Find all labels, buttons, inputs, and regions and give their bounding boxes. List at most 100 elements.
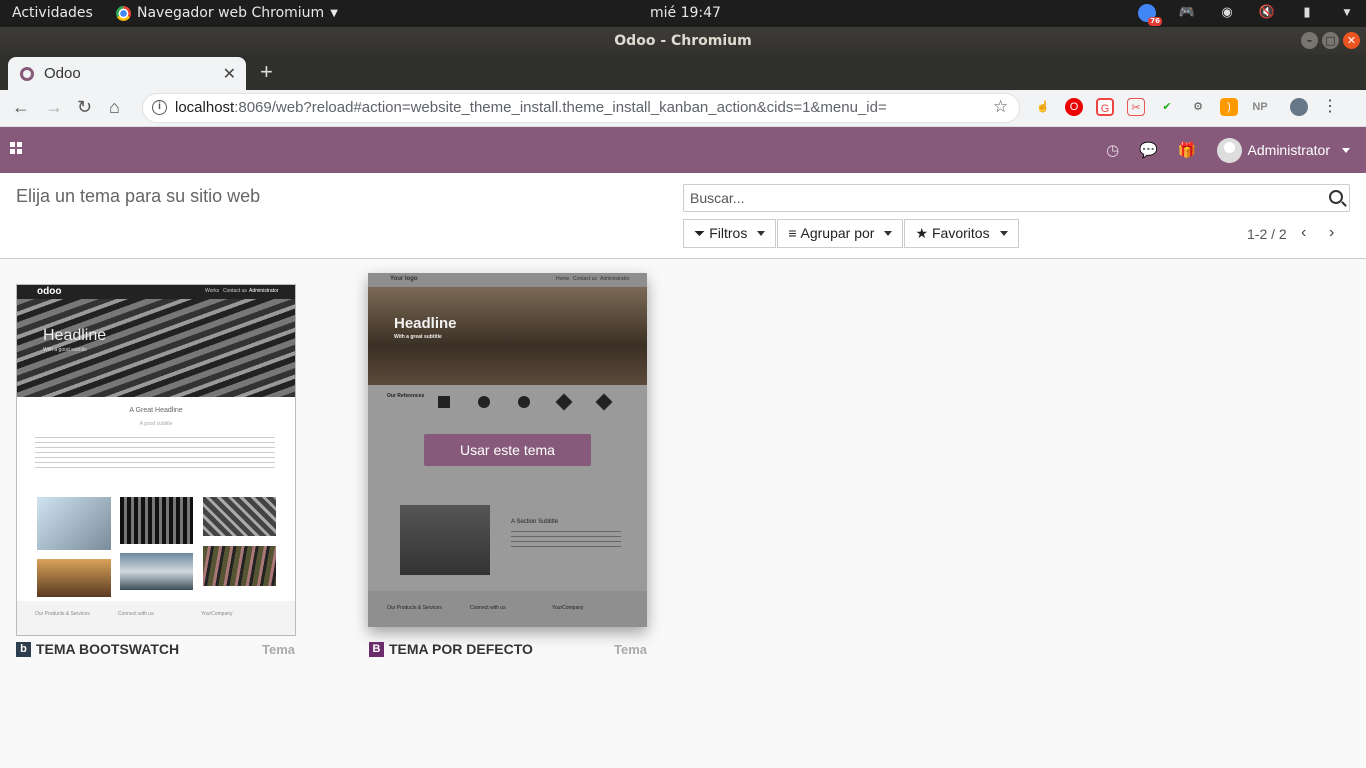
preview-section-title: A Section Subtitle xyxy=(511,519,559,525)
battery-icon[interactable]: ▮ xyxy=(1298,4,1316,22)
extension-green-icon[interactable]: ✔ xyxy=(1158,98,1176,116)
tab-title: Odoo xyxy=(44,65,81,82)
preview-footer: Our Products & Services Connect with us … xyxy=(368,591,647,627)
preview-nav-item: Works xyxy=(205,288,220,294)
apps-grid-icon[interactable] xyxy=(10,142,22,154)
filters-label: Filtros xyxy=(709,225,748,241)
user-name: Administrator xyxy=(1247,142,1330,158)
theme-preview-image: odoo Works Contact us Administrator Head… xyxy=(17,285,295,635)
chevron-down-icon: ▼ xyxy=(330,7,338,19)
chromium-icon xyxy=(116,5,131,21)
url-path: :8069/web?reload#action=website_theme_in… xyxy=(234,99,887,116)
preview-footer: Our Products & Services Connect with us … xyxy=(17,601,295,635)
rss-icon[interactable]: ) xyxy=(1220,98,1238,116)
preview-footer-item: Connect with us xyxy=(118,611,154,617)
preview-nav-item: Home xyxy=(556,276,570,282)
chevron-down-icon xyxy=(1342,147,1350,153)
preview-photo xyxy=(203,546,276,586)
pager-next-icon[interactable]: › xyxy=(1329,224,1334,242)
preview-photo xyxy=(120,497,193,544)
use-theme-button[interactable]: Usar este tema xyxy=(424,434,591,466)
minimize-icon[interactable]: – xyxy=(1301,32,1318,49)
filters-button[interactable]: ⏷ Filtros xyxy=(683,219,777,248)
preview-photo xyxy=(37,497,111,550)
extension-gear-icon[interactable]: ⚙ xyxy=(1189,98,1207,116)
chevron-down-icon xyxy=(884,231,893,236)
chevron-down-icon[interactable]: ▼ xyxy=(1338,4,1356,22)
extensions: ☝ O G ✂ ✔ ⚙ ) NP ⋮ xyxy=(1034,98,1339,116)
clock[interactable]: mié 19:47 xyxy=(650,5,721,21)
new-tab-icon[interactable]: + xyxy=(260,59,273,85)
maximize-icon[interactable]: □ xyxy=(1322,32,1339,49)
wifi-icon[interactable]: ◉ xyxy=(1218,4,1236,22)
pager-value[interactable]: 1-2 / 2 xyxy=(1247,226,1287,242)
preview-footer-item: Our Products & Services xyxy=(387,605,442,611)
theme-tag: Tema xyxy=(614,642,647,657)
address-bar[interactable]: i localhost:8069/web?reload#action=websi… xyxy=(142,93,1020,123)
theme-card-bootswatch[interactable]: odoo Works Contact us Administrator Head… xyxy=(16,284,296,636)
messaging-icon[interactable]: 💬 xyxy=(1139,141,1158,159)
theme-name: TEMA BOOTSWATCH xyxy=(36,641,180,657)
info-icon[interactable]: i xyxy=(152,100,167,115)
user-menu[interactable]: Administrator xyxy=(1216,137,1350,163)
preview-text-block xyxy=(35,435,275,471)
extension-red-icon[interactable]: G xyxy=(1096,98,1114,116)
volume-icon[interactable]: 🔇 xyxy=(1258,4,1276,22)
group-by-button[interactable]: ≡ Agrupar por xyxy=(777,219,904,248)
preview-photo xyxy=(37,559,111,597)
profile-avatar-icon[interactable] xyxy=(1290,98,1308,116)
app-menu[interactable]: Navegador web Chromium ▼ xyxy=(116,5,338,21)
activities-button[interactable]: Actividades xyxy=(12,5,93,21)
preview-subtitle: With a great subtitle xyxy=(394,334,442,340)
extension-opera-icon[interactable]: O xyxy=(1065,98,1083,116)
menu-dots-icon[interactable]: ⋮ xyxy=(1321,98,1339,116)
control-panel: Elija un tema para su sitio web Buscar..… xyxy=(0,173,1366,259)
back-icon[interactable]: ← xyxy=(12,97,30,118)
odoo-favicon-icon xyxy=(20,66,34,81)
preview-section-title: A Great Headline xyxy=(129,407,183,414)
os-top-bar: Actividades Navegador web Chromium ▼ mié… xyxy=(0,0,1366,27)
star-icon: ★ xyxy=(915,225,928,241)
tab-odoo[interactable]: Odoo ✕ xyxy=(8,57,246,90)
preview-references-title: Our References xyxy=(387,393,425,399)
filter-icon: ⏷ xyxy=(694,225,706,241)
search-icon[interactable] xyxy=(1329,190,1343,204)
preview-logo: odoo xyxy=(37,286,62,297)
preview-nav-item: Contact us xyxy=(573,276,597,282)
gift-icon[interactable]: 🎁 xyxy=(1178,141,1197,159)
preview-subtitle: With a good subtitle xyxy=(43,347,87,353)
system-tray: 76 🎮 ◉ 🔇 ▮ ▼ xyxy=(1138,4,1356,26)
tab-strip: Odoo ✕ + xyxy=(0,55,1366,90)
close-window-icon[interactable]: ✕ xyxy=(1343,32,1360,49)
page-title: Elija un tema para su sitio web xyxy=(16,186,261,206)
odoo-systray: ◷ 💬 🎁 Administrator xyxy=(1106,127,1350,173)
theme-name: TEMA POR DEFECTO xyxy=(389,641,533,657)
preview-headline: Headline xyxy=(43,327,107,344)
discord-icon[interactable]: 🎮 xyxy=(1178,4,1196,22)
preview-section-subtitle: A good subtitle xyxy=(139,421,173,427)
search-input[interactable]: Buscar... xyxy=(683,184,1350,212)
pager-previous-icon[interactable]: ‹ xyxy=(1301,224,1306,242)
preview-headline: Headline xyxy=(394,315,457,332)
extension-np-icon[interactable]: NP xyxy=(1251,98,1269,116)
theme-name-default: B TEMA POR DEFECTO xyxy=(369,641,533,657)
home-icon[interactable]: ⌂ xyxy=(109,97,120,118)
reload-icon[interactable]: ↻ xyxy=(77,97,92,118)
default-theme-icon: B xyxy=(369,641,384,657)
preview-nav-item: Administrator xyxy=(600,276,630,282)
extension-screenshot-icon[interactable]: ✂ xyxy=(1127,98,1145,116)
bootswatch-icon: b xyxy=(16,641,31,657)
preview-footer-item: YourCompany xyxy=(201,611,233,617)
preview-nav-item: Contact us xyxy=(223,288,247,294)
forward-icon[interactable]: → xyxy=(45,97,63,118)
url-host: localhost xyxy=(175,99,235,116)
preview-footer-item: Our Products & Services xyxy=(35,611,90,617)
bookmark-star-icon[interactable]: ☆ xyxy=(993,97,1008,117)
activity-clock-icon[interactable]: ◷ xyxy=(1106,141,1119,159)
odoo-navbar: ◷ 💬 🎁 Administrator xyxy=(0,127,1366,173)
preview-photo xyxy=(203,497,276,536)
chrome-notification-icon[interactable]: 76 xyxy=(1138,4,1162,26)
close-tab-icon[interactable]: ✕ xyxy=(223,64,236,84)
favorites-button[interactable]: ★ Favoritos xyxy=(904,219,1019,248)
extension-touch-icon[interactable]: ☝ xyxy=(1034,98,1052,116)
